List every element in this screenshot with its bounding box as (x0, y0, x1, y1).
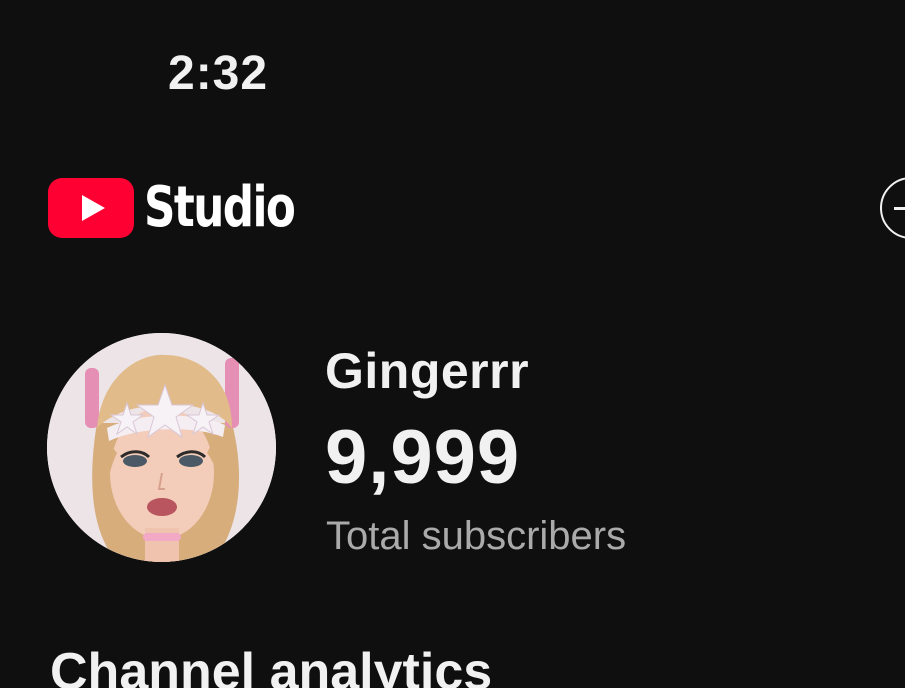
app-header: Studio (48, 176, 337, 240)
app-title: Studio (144, 175, 296, 240)
avatar-illustration (47, 333, 276, 562)
channel-name: Gingerrr (325, 343, 530, 399)
channel-analytics-title: Channel analytics (50, 643, 493, 688)
channel-avatar[interactable] (47, 333, 276, 562)
subscriber-count: 9,999 (325, 415, 521, 500)
youtube-logo-icon (48, 178, 134, 238)
create-icon[interactable] (880, 177, 905, 239)
status-bar-time: 2:32 (168, 47, 269, 100)
subscriber-count-label: Total subscribers (326, 514, 627, 558)
